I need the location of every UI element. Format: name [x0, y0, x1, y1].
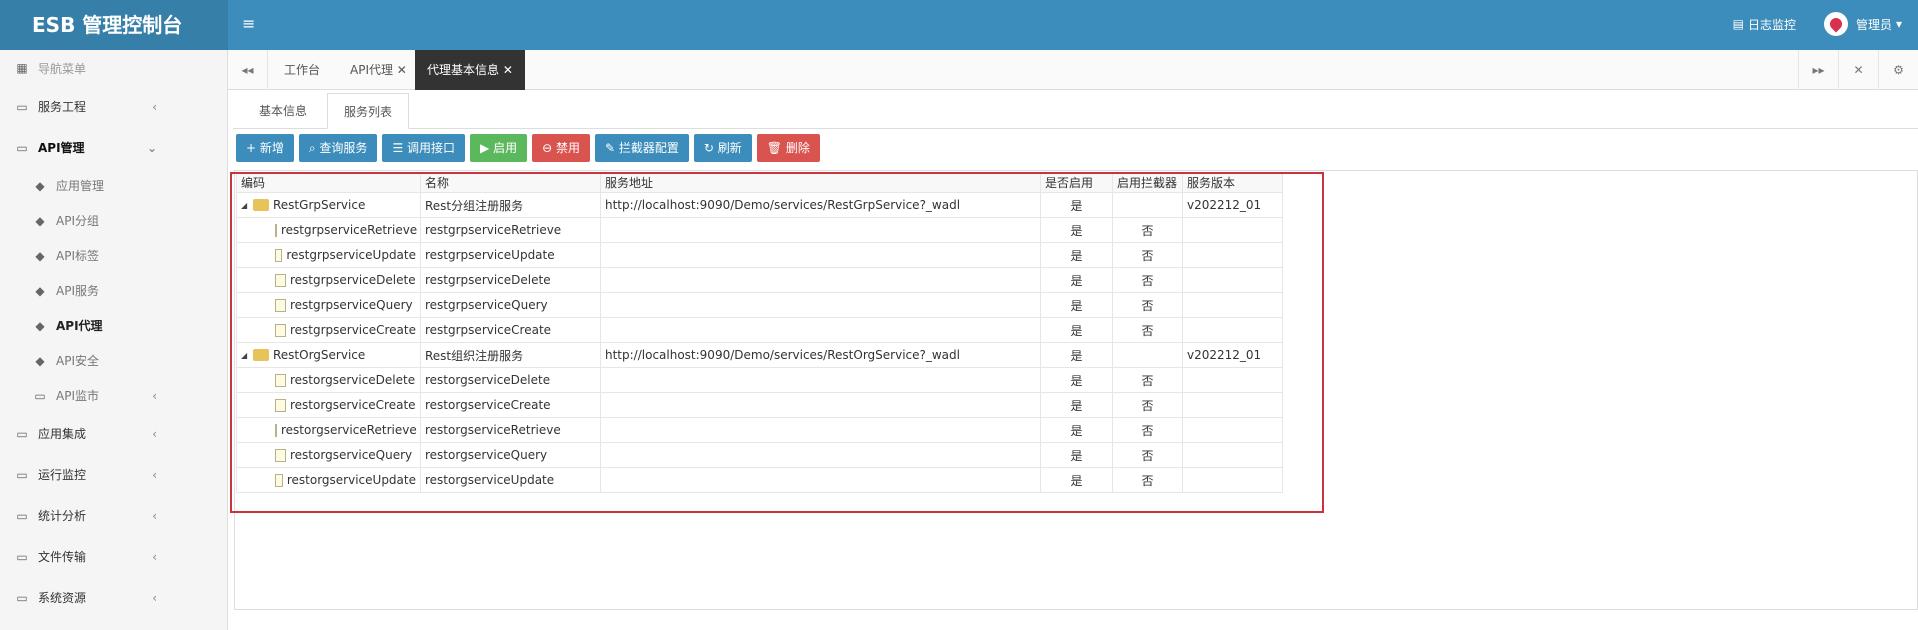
folder-icon: ▭	[16, 467, 28, 482]
sidebar-item-api-proxy[interactable]: ◆ API代理	[0, 308, 227, 343]
tab-workbench[interactable]: 工作台	[284, 50, 320, 90]
chevron-left-icon: ‹	[152, 99, 157, 114]
sidebar-header: ▦ 导航菜单	[0, 50, 227, 86]
chevron-down-icon: ⌄	[146, 140, 157, 155]
leaf-icon: ◆	[35, 178, 45, 193]
tab-proxy-info[interactable]: 代理基本信息 ✕	[415, 50, 525, 90]
gear-icon[interactable]: ⚙	[1878, 50, 1918, 90]
sidebar-item-app-management[interactable]: ◆ 应用管理	[0, 168, 227, 203]
disable-button[interactable]: ⊖ 禁用	[532, 134, 590, 162]
sidebar-item-file-transfer[interactable]: ▭ 文件传输 ‹	[0, 536, 227, 577]
leaf-icon: ◆	[35, 213, 45, 228]
sidebar-item-system-resource[interactable]: ▭ 系统资源 ‹	[0, 577, 227, 618]
folder-icon: ▭	[16, 99, 28, 114]
leaf-icon: ◆	[35, 353, 45, 368]
folder-icon: ▭	[16, 508, 28, 523]
top-bar: ESB 管理控制台 ≡ ▤ 日志监控 管理员 ▾	[0, 0, 1918, 50]
menu-toggle-icon[interactable]: ≡	[242, 14, 255, 34]
highlight-box	[230, 172, 1324, 513]
sidebar-item-statistics[interactable]: ▭ 统计分析 ‹	[0, 495, 227, 536]
leaf-icon: ◆	[35, 283, 45, 298]
toolbar: + 新增 ⌕ 查询服务 ☰ 调用接口 ▶ 启用 ⊖ 禁用 ✎ 拦截器配置 ↻ 刷…	[236, 134, 825, 162]
list-icon: ☰	[392, 141, 408, 155]
interceptor-config-button[interactable]: ✎ 拦截器配置	[594, 134, 689, 162]
sidebar-item-api-tag[interactable]: ◆ API标签	[0, 238, 227, 273]
chevron-left-icon: ‹	[152, 467, 157, 482]
chevron-left-icon: ‹	[152, 426, 157, 441]
log-monitor-link[interactable]: ▤ 日志监控	[1733, 16, 1796, 33]
search-icon: ⌕	[308, 141, 320, 155]
folder-icon: ▭	[34, 388, 46, 403]
trash-icon: 🗑	[766, 141, 786, 155]
tab-scroll-left-icon[interactable]: ◂◂	[228, 50, 268, 90]
leaf-icon: ◆	[35, 248, 45, 263]
refresh-button[interactable]: ↻ 刷新	[693, 134, 752, 162]
sidebar-item-service-project[interactable]: ▭ 服务工程 ‹	[0, 86, 227, 127]
grid-icon: ▦	[16, 61, 28, 75]
folder-icon: ▭	[16, 590, 28, 605]
sidebar-item-api-group[interactable]: ◆ API分组	[0, 203, 227, 238]
sidebar-item-runtime-monitor[interactable]: ▭ 运行监控 ‹	[0, 454, 227, 495]
play-icon: ▶	[480, 141, 494, 155]
enable-button[interactable]: ▶ 启用	[470, 134, 528, 162]
sidebar-item-api-management[interactable]: ▭ API管理 ⌄	[0, 127, 227, 168]
query-service-button[interactable]: ⌕ 查询服务	[298, 134, 378, 162]
username-label: 管理员	[1855, 17, 1892, 32]
chevron-left-icon: ‹	[152, 388, 157, 403]
edit-icon: ✎	[604, 141, 619, 155]
folder-icon: ▭	[16, 426, 28, 441]
add-button[interactable]: + 新增	[236, 134, 294, 162]
avatar	[1823, 12, 1848, 36]
sidebar-item-api-service[interactable]: ◆ API服务	[0, 273, 227, 308]
chevron-down-icon: ▾	[1895, 17, 1902, 31]
tab-basic-info[interactable]: 基本信息	[243, 93, 323, 129]
leaf-icon: ◆	[35, 318, 45, 333]
chevron-left-icon: ‹	[152, 549, 157, 564]
tab-service-list[interactable]: 服务列表	[327, 93, 410, 129]
top-right-actions: ▤ 日志监控 管理员 ▾	[1705, 12, 1902, 36]
delete-button[interactable]: 🗑 删除	[756, 134, 820, 162]
tab-scroll-right-icon[interactable]: ▸▸	[1798, 50, 1838, 90]
tab-api-proxy[interactable]: API代理 ✕	[350, 50, 407, 90]
chevron-left-icon: ‹	[152, 508, 157, 523]
monitor-icon: ▤	[1732, 17, 1744, 31]
fullscreen-icon[interactable]: ✕	[1838, 50, 1878, 90]
sidebar: ▦ 导航菜单 ▭ 服务工程 ‹ ▭ API管理 ⌄ ◆ 应用管理 ◆ API分组 ◆ API标签…	[0, 50, 228, 630]
sidebar-item-api-monitor[interactable]: ▭ API监市 ‹	[0, 378, 227, 413]
app-logo: ESB 管理控制台	[0, 0, 228, 50]
chevron-left-icon: ‹	[152, 590, 157, 605]
tab-bar: ◂◂ 工作台 API代理 ✕ 代理基本信息 ✕ ▸▸ ✕ ⚙	[228, 50, 1918, 90]
sidebar-item-app-integration[interactable]: ▭ 应用集成 ‹	[0, 413, 227, 454]
user-menu[interactable]: 管理员 ▾	[1823, 12, 1902, 36]
call-interface-button[interactable]: ☰ 调用接口	[382, 134, 466, 162]
sidebar-item-api-security[interactable]: ◆ API安全	[0, 343, 227, 378]
sub-tabs: 基本信息 服务列表	[233, 93, 1918, 129]
folder-icon: ▭	[16, 549, 28, 564]
refresh-icon: ↻	[703, 141, 718, 155]
minus-circle-icon: ⊖	[542, 141, 556, 155]
folder-icon: ▭	[16, 140, 28, 155]
